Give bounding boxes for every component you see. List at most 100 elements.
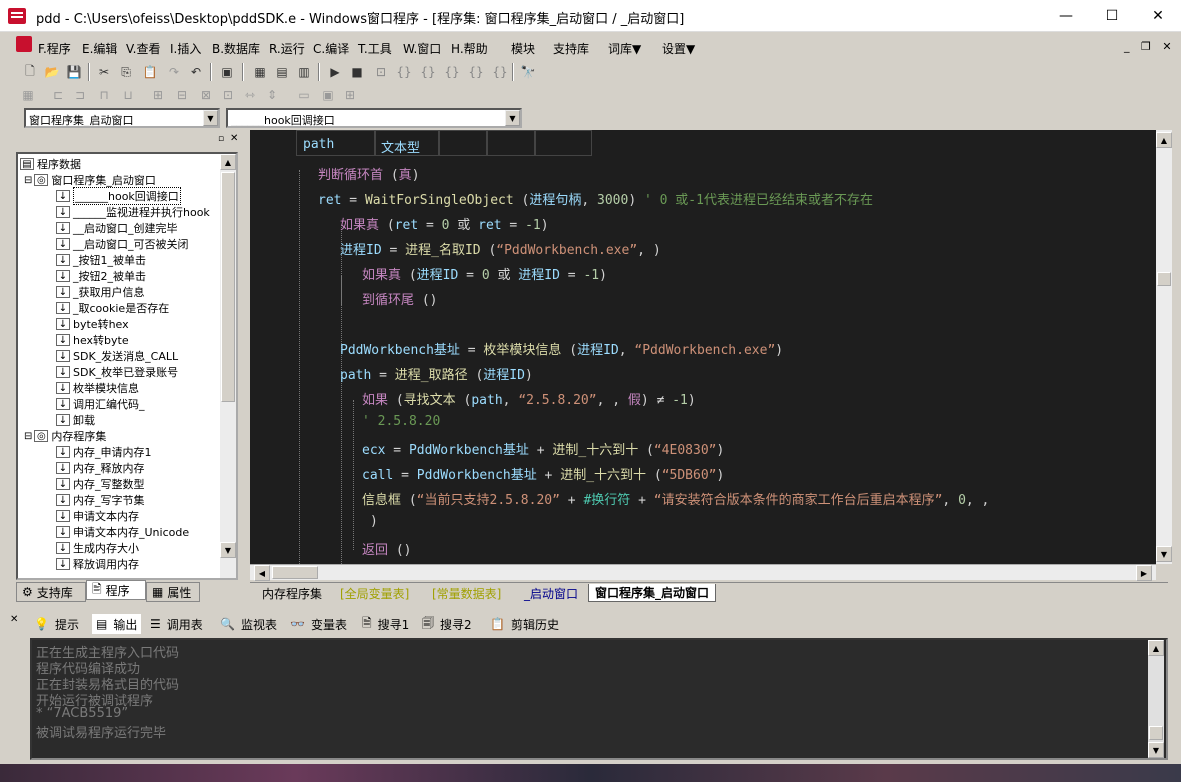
align-top-icon[interactable]: ⊓ [94, 85, 114, 105]
menu-settings[interactable]: 设置▼ [662, 40, 695, 57]
tab-constants[interactable]: [常量数据表] [426, 584, 507, 602]
chevron-down-icon[interactable]: ▼ [203, 110, 218, 126]
code-line[interactable]: 判断循环首 (真) [318, 164, 420, 183]
step-icon[interactable]: ⊡ [371, 62, 391, 82]
copy-icon[interactable]: ⎘ [116, 62, 136, 82]
menu-support-lib[interactable]: 支持库 [553, 40, 589, 57]
menu-program[interactable]: F.程序 [38, 40, 71, 57]
code-line[interactable]: 到循环尾 () [362, 289, 438, 308]
tree-item[interactable]: ↓ 内存_写整数型 [56, 476, 145, 492]
open-folder-icon[interactable]: 📂 [42, 62, 62, 82]
tree-item[interactable]: ↓ 内存_申请内存1 [56, 444, 152, 460]
tab-variables[interactable]: 👓 变量表 [290, 614, 347, 634]
menu-compile[interactable]: C.编译 [313, 40, 349, 57]
breakpoint-icon[interactable]: {} [490, 62, 510, 82]
code-editor[interactable]: path 文本型 判断循环首 (真) ret = WaitForSingleObj… [250, 130, 1168, 564]
tree-item[interactable]: ↓ 调用汇编代码_ [56, 396, 145, 412]
code-line[interactable]: ecx = PddWorkbench基址 + 进制_十六到十 (“4E0830”… [362, 439, 724, 458]
maximize-button[interactable]: ☐ [1089, 0, 1135, 32]
undo-icon[interactable]: ↶ [186, 62, 206, 82]
code-line[interactable]: path = 进程_取路径 (进程ID) [340, 364, 533, 383]
collapse-icon[interactable]: ⊟ [24, 431, 32, 442]
tree-item[interactable]: ↓ __启动窗口_创建完毕 [56, 220, 178, 236]
panel-close-icon[interactable]: ✕ [10, 614, 18, 625]
tab-order-icon[interactable]: ⊞ [340, 85, 360, 105]
tree-item[interactable]: ↓ 内存_写字节集 [56, 492, 145, 508]
menu-database[interactable]: B.数据库 [212, 40, 260, 57]
code-line[interactable]: ) [370, 514, 378, 529]
center-form-icon[interactable]: ▣ [318, 85, 338, 105]
class-combo[interactable]: 窗口程序集_启动窗口 ▼ [24, 108, 220, 128]
preview-icon[interactable]: ▣ [217, 62, 237, 82]
tree-item[interactable]: ↓ byte转hex [56, 316, 129, 332]
collapse-icon[interactable]: ⊟ [24, 175, 32, 186]
code-line[interactable]: 返回 () [362, 539, 412, 558]
tree-item[interactable]: ↓ ______监视进程并执行hook [56, 204, 210, 220]
tree-item[interactable]: ↓ 卸载 [56, 412, 95, 428]
center-h-icon[interactable]: ⊞ [148, 85, 168, 105]
tree-item[interactable]: ↓ ______hook回调接口 [56, 187, 181, 205]
editor-hscrollbar[interactable]: ◀ ▶ [250, 564, 1156, 581]
tree-item[interactable]: ↓ _取cookie是否存在 [56, 300, 169, 316]
same-height-icon[interactable]: ⇕ [262, 85, 282, 105]
scroll-down-icon[interactable]: ▼ [1148, 742, 1164, 758]
step-into-icon[interactable]: {} [394, 62, 414, 82]
var-cell[interactable] [438, 130, 488, 156]
new-file-icon[interactable]: 🗋 [20, 62, 40, 82]
tree-scrollbar[interactable]: ▲ ▼ [220, 154, 236, 578]
code-line[interactable]: ret = WaitForSingleObject (进程句柄, 3000) '… [318, 189, 873, 208]
tree-item[interactable]: ↓ hex转byte [56, 332, 129, 348]
run-to-cursor-icon[interactable]: {} [466, 62, 486, 82]
menu-tools[interactable]: T.工具 [358, 40, 392, 57]
mdi-controls[interactable]: _ ❐ ✕ [1124, 40, 1176, 53]
tree-item[interactable]: ↓ 申请文本内存 [56, 508, 139, 524]
panel-close-icon[interactable]: ✕ [230, 133, 238, 144]
tree-item[interactable]: ↓ SDK_枚举已登录账号 [56, 364, 178, 380]
tree-item[interactable]: ↓ _获取用户信息 [56, 284, 145, 300]
doc-icon[interactable] [16, 36, 32, 52]
tab-watch[interactable]: 🔍 监视表 [220, 614, 277, 634]
chevron-down-icon[interactable]: ▼ [505, 110, 520, 126]
scroll-thumb[interactable] [1157, 272, 1171, 286]
layout1-icon[interactable]: ▦ [250, 62, 270, 82]
tree-item[interactable]: ↓ 申请文本内存_Unicode [56, 524, 189, 540]
minimize-button[interactable]: — [1043, 0, 1089, 32]
tab-output[interactable]: ▤ 输出 [92, 614, 142, 634]
var-cell[interactable] [486, 130, 536, 156]
tree-root[interactable]: ▤ 程序数据 [20, 156, 81, 172]
code-line[interactable]: 如果 (寻找文本 (path, “2.5.8.20”, , 假) ≠ -1) [362, 389, 696, 408]
code-line[interactable]: 信息框 (“当前只支持2.5.8.20” + #换行符 + “请安装符合版本条件… [362, 489, 989, 508]
method-combo[interactable]: ______hook回调接口 ▼ [226, 108, 522, 128]
tree-item[interactable]: ⊟ ◎ 窗口程序集_启动窗口 [24, 172, 156, 188]
tab-global-vars[interactable]: [全局变量表] [334, 584, 415, 602]
menu-view[interactable]: V.查看 [126, 40, 160, 57]
code-line[interactable]: 如果真 (进程ID = 0 或 进程ID = -1) [362, 264, 607, 283]
pin-icon[interactable]: ▫ [218, 134, 224, 144]
stop-icon[interactable]: ■ [347, 62, 367, 82]
var-name-cell[interactable]: path [296, 130, 376, 156]
scroll-down-icon[interactable]: ▼ [220, 542, 236, 558]
tab-hint[interactable]: 💡 提示 [34, 614, 79, 634]
menu-help[interactable]: H.帮助 [451, 40, 488, 57]
space-h-icon[interactable]: ⊠ [196, 85, 216, 105]
app-icon[interactable] [8, 8, 26, 24]
scroll-thumb[interactable] [272, 566, 318, 579]
tree-item[interactable]: ↓ __启动窗口_可否被关闭 [56, 236, 189, 252]
tree-item[interactable]: ↓ 生成内存大小 [56, 540, 139, 556]
var-cell[interactable] [534, 130, 592, 156]
menu-edit[interactable]: E.编辑 [82, 40, 117, 57]
menu-thesaurus[interactable]: 词库▼ [608, 40, 641, 57]
scroll-up-icon[interactable]: ▲ [220, 154, 236, 170]
tab-memory-assembly[interactable]: 内存程序集 [256, 584, 328, 602]
tab-search1[interactable]: 🗎 搜寻1 [362, 614, 409, 634]
code-line[interactable]: 如果真 (ret = 0 或 ret = -1) [340, 214, 549, 233]
save-icon[interactable]: 💾 [64, 62, 84, 82]
menu-window[interactable]: W.窗口 [403, 40, 441, 57]
editor-vscrollbar[interactable]: ▲ ▼ [1156, 130, 1172, 564]
output-scrollbar[interactable]: ▲ ▼ [1148, 640, 1164, 758]
same-size-icon[interactable]: ▭ [294, 85, 314, 105]
var-type-cell[interactable]: 文本型 [374, 130, 440, 156]
layout3-icon[interactable]: ▥ [294, 62, 314, 82]
scroll-right-icon[interactable]: ▶ [1136, 565, 1152, 581]
grid-icon[interactable]: ▦ [18, 85, 38, 105]
